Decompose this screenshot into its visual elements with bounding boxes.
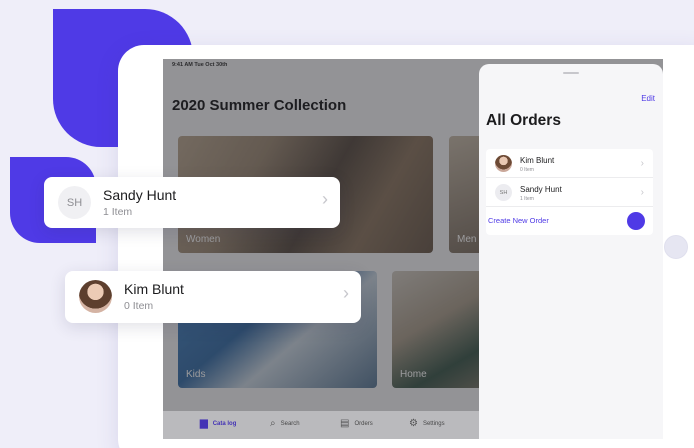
card-count: 0 Item <box>124 300 154 312</box>
order-count: 1 Item <box>520 196 534 202</box>
order-card-sandy-hunt[interactable]: SH Sandy Hunt 1 Item › <box>44 177 340 228</box>
avatar: SH <box>58 186 91 219</box>
create-new-order-link[interactable]: Create New Order <box>488 216 549 225</box>
catalog-screen: 9:41 AM Tue Oct 30th 2020 Summer Collect… <box>163 59 663 439</box>
avatar: SH <box>495 184 512 201</box>
order-card-kim-blunt[interactable]: Kim Blunt 0 Item › <box>65 271 361 323</box>
card-name: Sandy Hunt <box>103 187 177 203</box>
chevron-right-icon: › <box>640 158 644 169</box>
sheet-grabber[interactable] <box>563 72 579 74</box>
avatar <box>79 280 112 313</box>
order-name: Kim Blunt <box>520 156 555 165</box>
card-count: 1 Item <box>103 206 133 218</box>
order-row-kim-blunt[interactable]: Kim Blunt 0 Item › <box>486 149 653 178</box>
tab-bar-overlay <box>163 411 479 439</box>
chevron-right-icon: › <box>322 189 328 209</box>
avatar <box>495 155 512 172</box>
add-order-button[interactable] <box>627 212 645 230</box>
order-row-sandy-hunt[interactable]: SH Sandy Hunt 1 Item › <box>486 178 653 207</box>
order-name: Sandy Hunt <box>520 185 562 194</box>
orders-sheet: Edit All Orders Kim Blunt 0 Item › SH Sa… <box>479 64 663 439</box>
home-button <box>664 235 688 259</box>
orders-list: Kim Blunt 0 Item › SH Sandy Hunt 1 Item … <box>486 149 653 235</box>
sheet-title: All Orders <box>486 112 561 129</box>
card-name: Kim Blunt <box>124 281 184 297</box>
edit-button[interactable]: Edit <box>641 94 655 103</box>
chevron-right-icon: › <box>640 187 644 198</box>
chevron-right-icon: › <box>343 283 349 303</box>
create-order-row: Create New Order <box>486 207 653 235</box>
order-count: 0 Item <box>520 167 534 173</box>
tablet-screen: 9:41 AM Tue Oct 30th 2020 Summer Collect… <box>163 59 663 439</box>
